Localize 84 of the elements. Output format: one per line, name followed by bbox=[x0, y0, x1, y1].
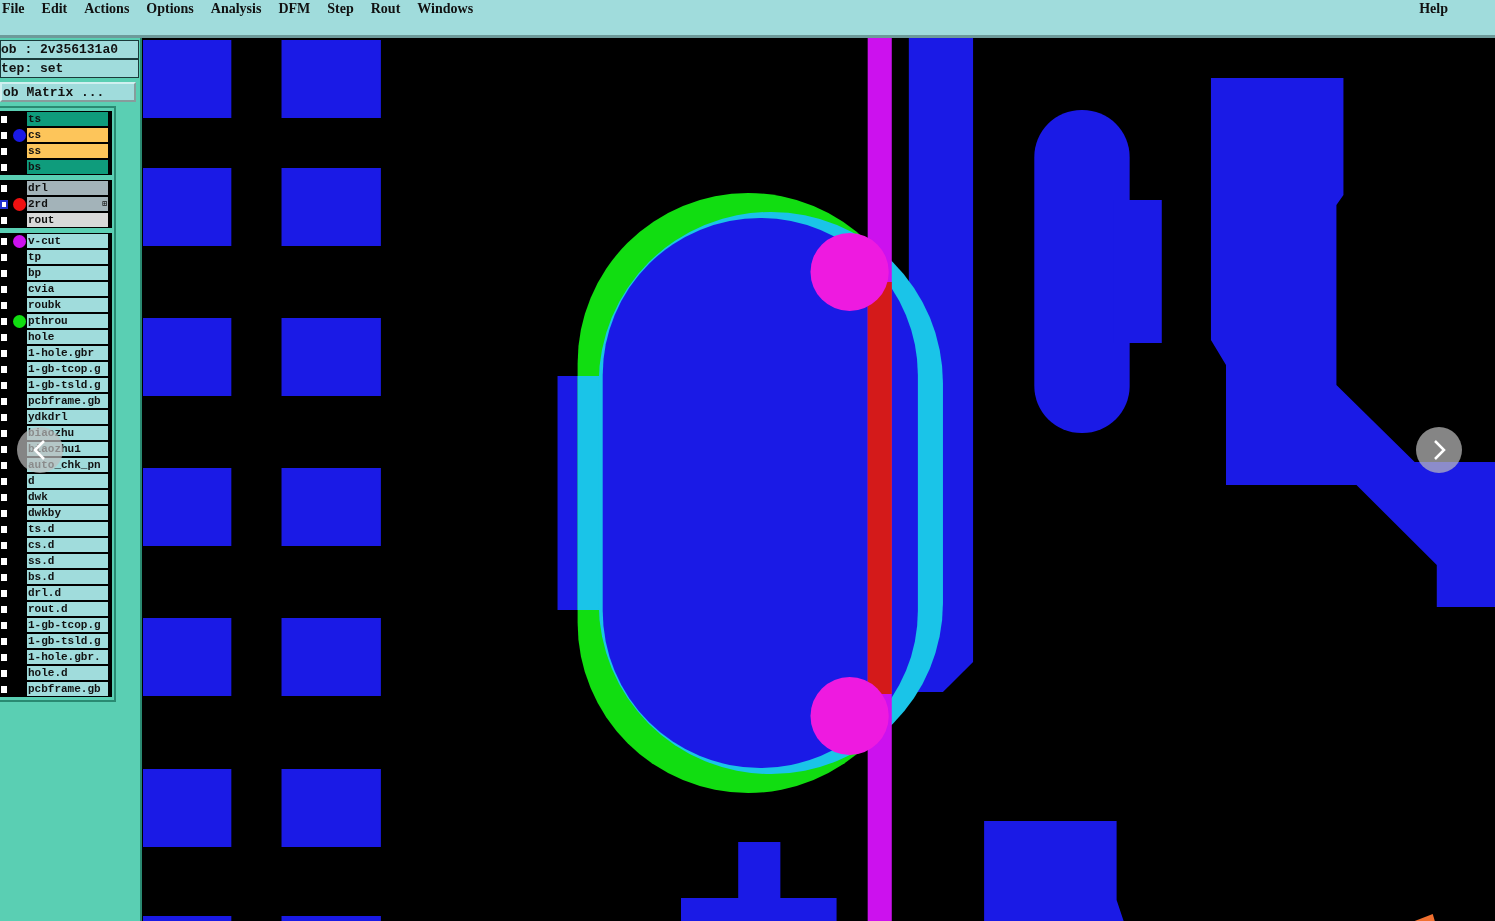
layer-name[interactable]: dwk bbox=[27, 490, 108, 504]
job-matrix-button[interactable]: ob Matrix ... bbox=[0, 82, 136, 102]
layer-name[interactable]: ydkdrl bbox=[27, 410, 108, 424]
next-button[interactable] bbox=[1416, 427, 1462, 473]
checkbox[interactable] bbox=[0, 508, 8, 518]
layer-name[interactable]: rout bbox=[27, 213, 108, 227]
layer-name[interactable]: ts.d bbox=[27, 522, 108, 536]
checkbox[interactable] bbox=[0, 492, 8, 502]
checkbox[interactable] bbox=[0, 636, 8, 646]
layer-name[interactable]: pthrou bbox=[27, 314, 108, 328]
checkbox[interactable] bbox=[0, 300, 8, 310]
checkbox[interactable] bbox=[0, 146, 8, 156]
checkbox[interactable] bbox=[0, 284, 8, 294]
menu-item[interactable]: Options bbox=[146, 1, 202, 17]
checkbox[interactable] bbox=[0, 524, 8, 534]
job-field: ob : 2v356131a0 bbox=[0, 40, 139, 59]
checkbox[interactable] bbox=[0, 114, 8, 124]
layer-name[interactable]: cs bbox=[27, 128, 108, 142]
checkbox[interactable] bbox=[0, 380, 8, 390]
checkbox[interactable] bbox=[0, 620, 8, 630]
checkbox[interactable] bbox=[0, 348, 8, 358]
checkbox[interactable] bbox=[0, 652, 8, 662]
checkbox[interactable] bbox=[0, 604, 8, 614]
menu-item[interactable]: Step bbox=[327, 1, 362, 17]
layer-name[interactable]: 1-gb-tcop.g bbox=[27, 362, 108, 376]
layer-name[interactable]: tp bbox=[27, 250, 108, 264]
checkbox[interactable] bbox=[0, 412, 8, 422]
layer-name[interactable]: 1-gb-tsld.g bbox=[27, 378, 108, 392]
layer-name[interactable]: cvia bbox=[27, 282, 108, 296]
layer-name[interactable]: hole.d bbox=[27, 666, 108, 680]
layer-name[interactable]: ss bbox=[27, 144, 108, 158]
checkbox[interactable] bbox=[0, 428, 8, 438]
menu-item[interactable]: Analysis bbox=[210, 1, 270, 17]
menu-item[interactable]: Rout bbox=[370, 1, 409, 17]
layer-name[interactable]: d bbox=[27, 474, 108, 488]
checkbox[interactable] bbox=[0, 572, 8, 582]
checkbox[interactable] bbox=[0, 444, 8, 454]
menu-item[interactable]: Actions bbox=[84, 1, 138, 17]
checkbox[interactable] bbox=[0, 252, 8, 262]
layer-name[interactable]: v-cut bbox=[27, 234, 108, 248]
layer-name[interactable]: ss.d bbox=[27, 554, 108, 568]
menu-item[interactable]: Edit bbox=[41, 1, 76, 17]
layer-name[interactable]: bs.d bbox=[27, 570, 108, 584]
layer-name[interactable]: 1-hole.gbr bbox=[27, 346, 108, 360]
layer-name[interactable]: 2rd ⊞ bbox=[27, 197, 108, 211]
layer-name[interactable]: bp bbox=[27, 266, 108, 280]
chevron-right-icon bbox=[1433, 440, 1445, 460]
layer-name[interactable]: roubk bbox=[27, 298, 108, 312]
checkbox[interactable] bbox=[0, 268, 8, 278]
menu-item[interactable]: Windows bbox=[417, 1, 482, 17]
layer-name[interactable]: bs bbox=[27, 160, 108, 174]
checkbox[interactable] bbox=[0, 588, 8, 598]
help-menu[interactable]: Help bbox=[1419, 1, 1456, 17]
checkbox[interactable] bbox=[0, 183, 8, 193]
layer-name[interactable]: 1-gb-tsld.g bbox=[27, 634, 108, 648]
checkbox[interactable] bbox=[0, 396, 8, 406]
checkbox[interactable] bbox=[0, 236, 8, 246]
layer-name[interactable]: hole bbox=[27, 330, 108, 344]
layer-name[interactable]: 1-gb-tcop.g bbox=[27, 618, 108, 632]
checkbox[interactable] bbox=[0, 332, 8, 342]
checkbox[interactable] bbox=[0, 316, 8, 326]
checkbox[interactable] bbox=[0, 162, 8, 172]
checkbox[interactable] bbox=[0, 556, 8, 566]
layer-name[interactable]: 1-hole.gbr. bbox=[27, 650, 108, 664]
layer-name[interactable]: pcbframe.gb bbox=[27, 682, 108, 696]
menu-item[interactable]: File bbox=[2, 1, 33, 17]
layer-name[interactable]: drl bbox=[27, 181, 108, 195]
checkbox[interactable] bbox=[0, 364, 8, 374]
layer-name[interactable]: drl.d bbox=[27, 586, 108, 600]
layer-name[interactable]: dwkby bbox=[27, 506, 108, 520]
checkbox[interactable] bbox=[0, 684, 8, 694]
layer-name[interactable]: pcbframe.gb bbox=[27, 394, 108, 408]
checkbox[interactable] bbox=[0, 460, 8, 470]
layer-name[interactable]: ts bbox=[27, 112, 108, 126]
checkbox[interactable] bbox=[0, 130, 8, 140]
checkbox[interactable] bbox=[0, 199, 8, 209]
layer-name[interactable]: rout.d bbox=[27, 602, 108, 616]
checkbox[interactable] bbox=[0, 668, 8, 678]
step-field: tep: set bbox=[0, 59, 139, 78]
menu-item[interactable]: DFM bbox=[278, 1, 319, 17]
layer-name[interactable]: cs.d bbox=[27, 538, 108, 552]
checkbox[interactable] bbox=[0, 476, 8, 486]
checkbox[interactable] bbox=[0, 540, 8, 550]
checkbox[interactable] bbox=[0, 215, 8, 225]
